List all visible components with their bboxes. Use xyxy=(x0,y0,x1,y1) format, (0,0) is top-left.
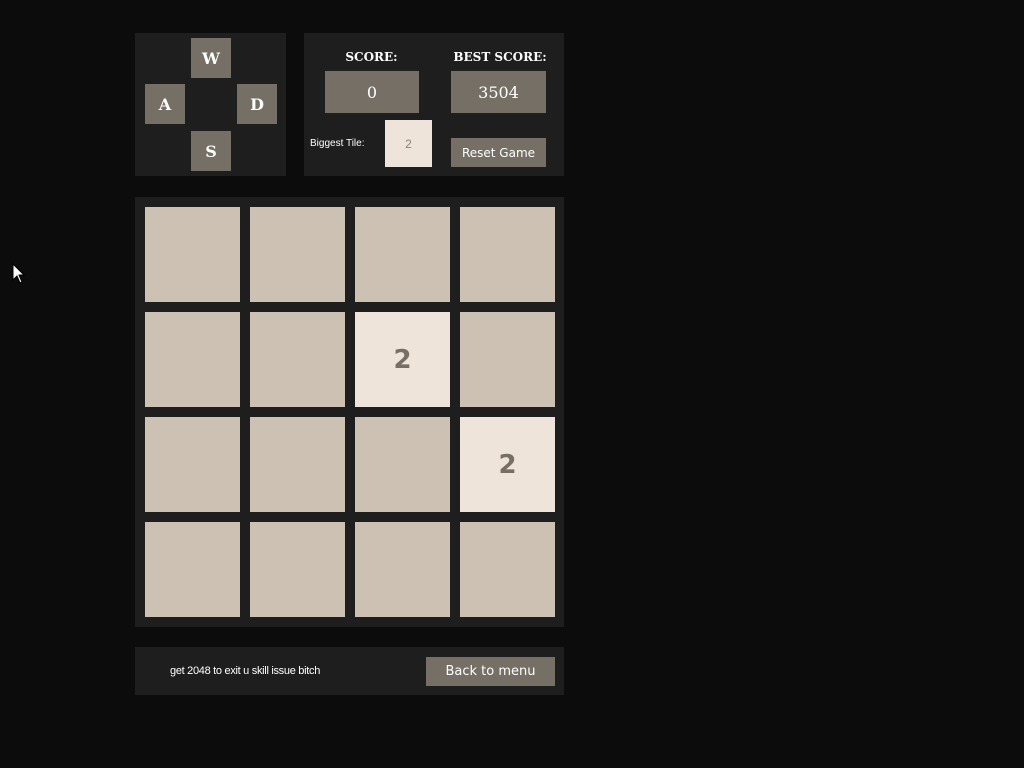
key-d-button[interactable]: D xyxy=(237,84,277,124)
empty-tile xyxy=(250,522,345,617)
empty-tile xyxy=(460,522,555,617)
wasd-controls-panel: W A D S xyxy=(135,33,286,176)
tile-2: 2 xyxy=(460,417,555,512)
empty-tile xyxy=(460,207,555,302)
empty-tile xyxy=(145,417,240,512)
empty-tile xyxy=(145,207,240,302)
empty-tile xyxy=(145,522,240,617)
empty-tile xyxy=(355,207,450,302)
mouse-pointer-icon xyxy=(12,263,26,284)
empty-tile xyxy=(460,312,555,407)
empty-tile xyxy=(250,207,345,302)
score-label: SCORE: xyxy=(345,50,398,64)
best-score-label: BEST SCORE: xyxy=(453,50,547,64)
score-value: 0 xyxy=(325,71,419,113)
game-board: 22 xyxy=(135,197,564,627)
key-a-button[interactable]: A xyxy=(145,84,185,124)
empty-tile xyxy=(250,417,345,512)
footer-message: get 2048 to exit u skill issue bitch xyxy=(170,665,321,677)
biggest-tile-value: 2 xyxy=(385,120,432,167)
empty-tile xyxy=(355,522,450,617)
score-panel: SCORE: BEST SCORE: 0 3504 Biggest Tile: … xyxy=(304,33,564,176)
game-screen: W A D S SCORE: BEST SCORE: 0 3504 Bigges… xyxy=(0,0,1024,768)
reset-game-button[interactable]: Reset Game xyxy=(451,138,546,167)
biggest-tile-label: Biggest Tile: xyxy=(310,138,365,149)
empty-tile xyxy=(250,312,345,407)
best-score-value: 3504 xyxy=(451,71,546,113)
footer-panel: get 2048 to exit u skill issue bitch Bac… xyxy=(135,647,564,695)
empty-tile xyxy=(355,417,450,512)
tile-2: 2 xyxy=(355,312,450,407)
back-to-menu-button[interactable]: Back to menu xyxy=(426,657,555,686)
key-w-button[interactable]: W xyxy=(191,38,231,78)
empty-tile xyxy=(145,312,240,407)
key-s-button[interactable]: S xyxy=(191,131,231,171)
